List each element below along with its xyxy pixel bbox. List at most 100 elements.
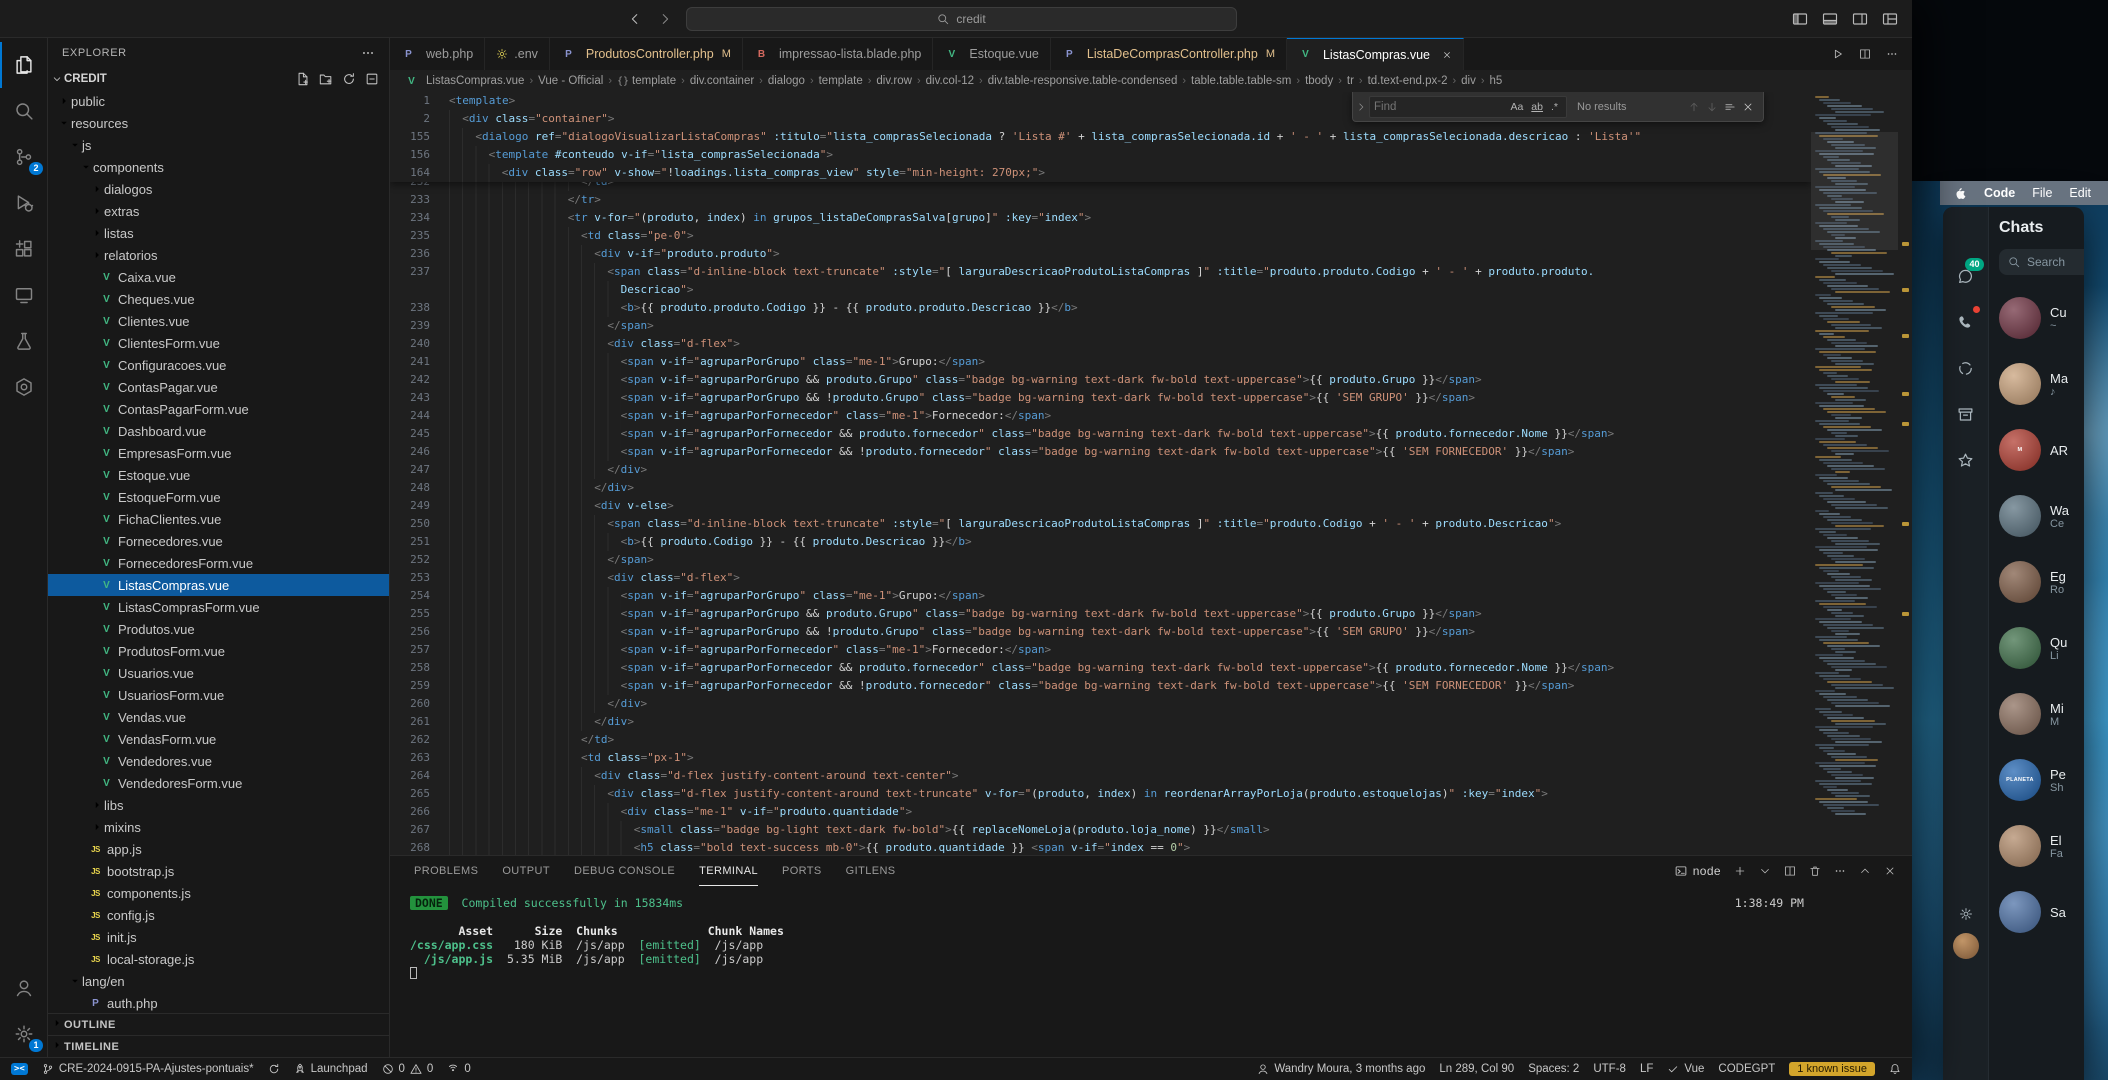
tree-item-contaspagar-vue[interactable]: VContasPagar.vue [48, 376, 389, 398]
project-section-header[interactable]: CREDIT [48, 68, 389, 90]
toggle-replace-button[interactable] [1353, 92, 1369, 121]
tree-item-extras[interactable]: extras [48, 200, 389, 222]
breadcrumb-item[interactable]: Vue - Official [538, 75, 603, 87]
whole-word-toggle[interactable]: ab [1527, 101, 1547, 113]
tree-item-fichaclientes-vue[interactable]: VFichaClientes.vue [48, 508, 389, 530]
tree-item-mixins[interactable]: mixins [48, 816, 389, 838]
command-center[interactable]: credit [686, 7, 1237, 31]
panel-tab-problems[interactable]: PROBLEMS [414, 856, 478, 886]
split-editor-icon[interactable] [1859, 48, 1871, 60]
tree-item-cheques-vue[interactable]: VCheques.vue [48, 288, 389, 310]
editor-tab-produtoscontroller-php[interactable]: PProdutosController.phpM [550, 38, 743, 70]
breadcrumb-item[interactable]: div [1461, 75, 1476, 87]
activitybar-item-run-and-debug[interactable] [0, 180, 48, 226]
breadcrumb-item[interactable]: tbody [1305, 75, 1333, 87]
status-item-gitlens-blame[interactable]: Wandry Moura, 3 months ago [1250, 1058, 1432, 1080]
regex-toggle[interactable]: .* [1547, 101, 1562, 113]
run-file-icon[interactable] [1832, 48, 1844, 60]
tree-item-local-storage-js[interactable]: JSlocal-storage.js [48, 948, 389, 970]
status-item-cursor-position[interactable]: Ln 289, Col 90 [1432, 1058, 1521, 1080]
status-item-known-issues[interactable]: 1 known issue [1782, 1058, 1882, 1080]
whatsapp-starred-messages-icon[interactable] [1943, 437, 1989, 483]
terminal-shell-picker[interactable]: node [1675, 864, 1721, 878]
menu-item-edit[interactable]: Edit [2069, 186, 2091, 200]
breadcrumb-item[interactable]: td.text-end.px-2 [1368, 75, 1448, 87]
toggle-panel-icon[interactable] [1822, 11, 1838, 27]
tree-item-dashboard-vue[interactable]: VDashboard.vue [48, 420, 389, 442]
tree-item-configuracoes-vue[interactable]: VConfiguracoes.vue [48, 354, 389, 376]
breadcrumb-item[interactable]: {}template [617, 75, 676, 87]
panel-tab-ports[interactable]: PORTS [782, 856, 822, 886]
tree-item-components[interactable]: components [48, 156, 389, 178]
chat-list-item[interactable]: Cu~ [1999, 285, 2084, 351]
status-item-problems[interactable]: 00 [375, 1058, 441, 1080]
tree-item-listas[interactable]: listas [48, 222, 389, 244]
activitybar-item-explorer[interactable] [0, 42, 48, 88]
breadcrumb-item[interactable]: table.table.table-sm [1191, 75, 1291, 87]
breadcrumb-item[interactable]: div.container [690, 75, 754, 87]
minimap[interactable] [1811, 92, 1898, 855]
customize-layout-icon[interactable] [1882, 11, 1898, 27]
tree-item-estoqueform-vue[interactable]: VEstoqueForm.vue [48, 486, 389, 508]
panel-more-icon[interactable] [1834, 865, 1846, 877]
tree-item-app-js[interactable]: JSapp.js [48, 838, 389, 860]
tree-item-js[interactable]: js [48, 134, 389, 156]
tree-item-libs[interactable]: libs [48, 794, 389, 816]
tree-item-produtos-vue[interactable]: VProdutos.vue [48, 618, 389, 640]
forward-icon[interactable] [658, 12, 672, 26]
editor-tab-listadecomprascontroller-php[interactable]: PListaDeComprasController.phpM [1051, 38, 1287, 70]
sidebar-section-timeline[interactable]: TIMELINE [48, 1035, 389, 1057]
status-item-git-sync[interactable] [261, 1058, 287, 1080]
tree-item-vendedores-vue[interactable]: VVendedores.vue [48, 750, 389, 772]
find-previous-icon[interactable] [1688, 101, 1700, 113]
back-icon[interactable] [628, 12, 642, 26]
tree-item-lang-en[interactable]: lang/en [48, 970, 389, 992]
chat-list-item[interactable]: EgRo [1999, 549, 2084, 615]
whatsapp-calls-icon[interactable] [1943, 299, 1989, 345]
close-panel-icon[interactable] [1884, 865, 1896, 877]
activitybar-item-remote-explorer[interactable] [0, 272, 48, 318]
status-item-gitlens-launchpad[interactable]: Launchpad [287, 1058, 375, 1080]
editor-scrollbar[interactable] [1898, 92, 1912, 855]
editor-tab-listascompras-vue[interactable]: VListasCompras.vue [1287, 38, 1464, 70]
status-item-remote-indicator[interactable]: >< [4, 1058, 35, 1080]
activitybar-item-codegpt[interactable] [0, 364, 48, 410]
activitybar-item-extensions[interactable] [0, 226, 48, 272]
panel-tab-gitlens[interactable]: GITLENS [846, 856, 896, 886]
tree-item-listascompras-vue[interactable]: VListasCompras.vue [48, 574, 389, 596]
breadcrumb-item[interactable]: tr [1347, 75, 1354, 87]
status-item-eol[interactable]: LF [1633, 1058, 1660, 1080]
maximize-panel-icon[interactable] [1859, 865, 1871, 877]
find-input[interactable] [1374, 101, 1506, 113]
status-item-language-mode[interactable]: Vue [1660, 1058, 1711, 1080]
tree-item-relatorios[interactable]: relatorios [48, 244, 389, 266]
tree-item-empresasform-vue[interactable]: VEmpresasForm.vue [48, 442, 389, 464]
toggle-sidebar-icon[interactable] [1792, 11, 1808, 27]
explorer-more-icon[interactable] [361, 46, 375, 60]
tree-item-vendasform-vue[interactable]: VVendasForm.vue [48, 728, 389, 750]
menu-item-code[interactable]: Code [1984, 186, 2015, 200]
sidebar-section-outline[interactable]: OUTLINE [48, 1013, 389, 1035]
tree-item-vendas-vue[interactable]: VVendas.vue [48, 706, 389, 728]
breadcrumb-item[interactable]: VListasCompras.vue [404, 75, 524, 87]
tree-item-estoque-vue[interactable]: VEstoque.vue [48, 464, 389, 486]
whatsapp-status-icon[interactable] [1943, 345, 1989, 391]
activitybar-item-search[interactable] [0, 88, 48, 134]
tree-item-components-js[interactable]: JScomponents.js [48, 882, 389, 904]
tree-item-usuariosform-vue[interactable]: VUsuariosForm.vue [48, 684, 389, 706]
whatsapp-archived-chats-icon[interactable] [1943, 391, 1989, 437]
chat-list-item[interactable]: QuLi [1999, 615, 2084, 681]
new-terminal-icon[interactable] [1734, 865, 1746, 877]
editor-content[interactable]: 232</td>233</tr>234<tr v-for="(produto, … [390, 173, 1811, 855]
kill-terminal-icon[interactable] [1809, 865, 1821, 877]
chat-list-item[interactable]: Sa [1999, 879, 2084, 945]
match-case-toggle[interactable]: Aa [1506, 101, 1527, 113]
profile-avatar[interactable] [1953, 933, 1979, 959]
tree-item-contaspagarform-vue[interactable]: VContasPagarForm.vue [48, 398, 389, 420]
status-item-git-branch[interactable]: CRE-2024-0915-PA-Ajustes-pontuais* [35, 1058, 261, 1080]
editor-tab-estoque-vue[interactable]: VEstoque.vue [933, 38, 1051, 70]
chat-list-item[interactable]: MiM [1999, 681, 2084, 747]
panel-tab-debug-console[interactable]: DEBUG CONSOLE [574, 856, 675, 886]
tree-item-public[interactable]: public [48, 90, 389, 112]
breadcrumb-item[interactable]: div.col-12 [926, 75, 974, 87]
